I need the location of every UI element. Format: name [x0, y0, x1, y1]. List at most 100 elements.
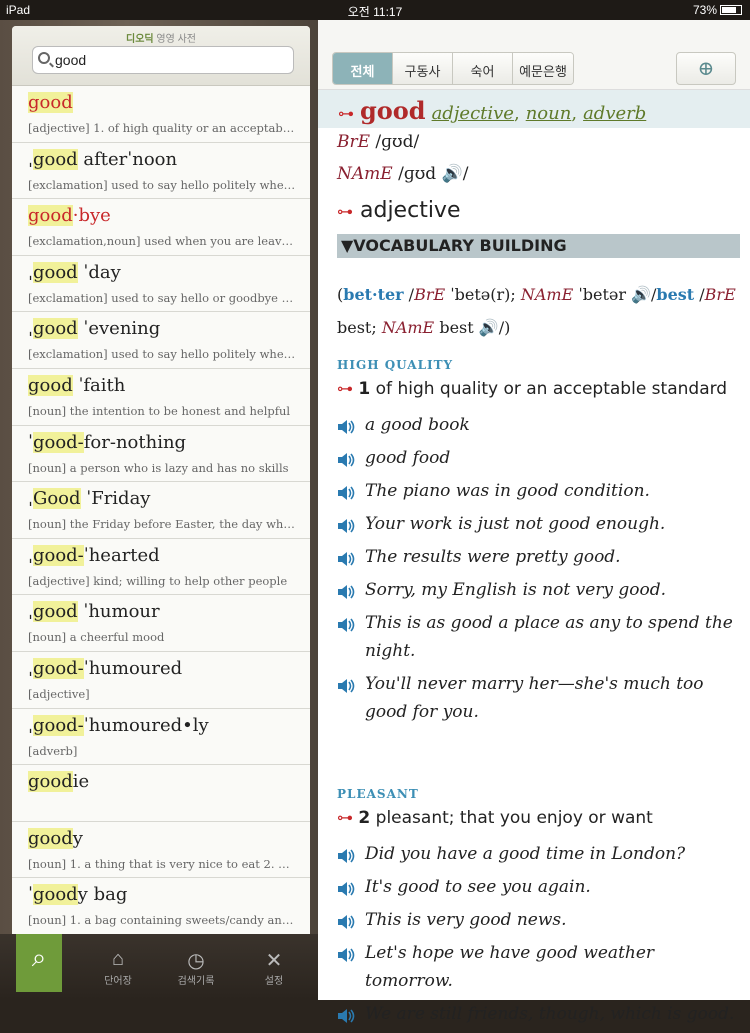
speaker-icon[interactable] — [337, 548, 355, 566]
list-item[interactable]: good·bye [exclamation,noun] used when you… — [12, 199, 310, 256]
headword-bar: ⊶ good adjective, noun, adverb — [318, 90, 750, 128]
definition-panel: 전체 구동사 숙어 예문은행 ⊕ ⊶ good adjective, noun, adv… — [318, 20, 750, 1024]
speaker-icon[interactable] — [337, 944, 355, 962]
speaker-icon[interactable] — [337, 845, 355, 863]
list-item[interactable]: goodie — [12, 765, 310, 822]
entry-word: ˌgood afterˈnoon — [28, 148, 310, 175]
tab-example-bank[interactable]: 예문은행 — [513, 53, 573, 84]
example-sentence: We are still friends, though, which is g… — [337, 998, 747, 1031]
speaker-icon[interactable]: 🔊 — [479, 318, 499, 337]
speaker-icon[interactable] — [337, 614, 355, 632]
entry-word-rest: ˈFriday — [80, 488, 151, 510]
sense-number: 1 — [358, 379, 371, 399]
entry-word: ˌgood-ˈhumoured — [28, 657, 310, 684]
list-item[interactable]: good ˈfaith [noun] the intention to be ho… — [12, 368, 310, 426]
entry-description: [noun] 1. a bag containing sweets/candy … — [28, 913, 296, 928]
speaker-icon[interactable]: 🔊 — [442, 164, 463, 184]
example-text: Did you have a good time in London? — [365, 844, 686, 864]
entry-description: [adjective] — [28, 686, 90, 701]
list-item[interactable]: ˌgood ˈevening [exclamation] used to say … — [12, 312, 310, 369]
entry-word-match: good — [28, 374, 73, 396]
pos-link-adverb[interactable]: adverb — [583, 103, 646, 124]
entry-description: [exclamation,noun] used when you are lea… — [28, 234, 296, 249]
list-item[interactable]: good [adjective] 1. of high quality or an… — [12, 86, 310, 143]
form-ipa: ˈbetə(r); — [445, 285, 521, 304]
list-item[interactable]: ˈgoody bag [noun] 1. a bag containing swe… — [12, 878, 310, 934]
entry-description: [exclamation] used to say hello or goodb… — [28, 290, 296, 305]
speaker-icon[interactable] — [337, 581, 355, 599]
speaker-icon[interactable] — [337, 878, 355, 896]
vocabulary-building-toggle[interactable]: ▼VOCABULARY BUILDING — [337, 234, 740, 258]
key-icon: ⊶ — [338, 104, 354, 123]
word-forms: (bet·ter /BrE ˈbetə(r); NAmE ˈbetər 🔊/be… — [337, 285, 736, 337]
example-text: This is as good a place as any to spend … — [365, 613, 733, 661]
speaker-icon[interactable] — [337, 482, 355, 500]
form-ipa: ˈbetər — [573, 285, 632, 304]
tab-settings-label: 설정 — [264, 976, 284, 987]
entry-word-rest: ˈday — [77, 261, 121, 283]
tools-icon: ✕ — [265, 950, 283, 972]
example-sentence: Sorry, my English is not very good. — [337, 574, 747, 607]
list-item[interactable]: ˌGood ˈFriday [noun] the Friday before Ea… — [12, 482, 310, 539]
speaker-icon[interactable] — [337, 449, 355, 467]
entry-description: [exclamation] used to say hello politely… — [28, 177, 296, 192]
tab-idioms[interactable]: 숙어 — [453, 53, 513, 84]
list-item[interactable]: ˈgood-for-nothing [noun] a person who is … — [12, 425, 310, 483]
status-bar: iPad 오전 11:17 73% — [0, 0, 750, 20]
form-better[interactable]: bet·ter — [343, 285, 403, 304]
tab-phrasal-verbs[interactable]: 구동사 — [393, 53, 453, 84]
entry-word: ˌgood ˈhumour — [28, 601, 310, 627]
headword: good — [360, 96, 426, 125]
example-text: Sorry, my English is not very good. — [365, 580, 667, 600]
example-text: The results were pretty good. — [365, 547, 621, 567]
pos-heading: ⊶ adjective — [337, 198, 750, 234]
list-item[interactable]: ˌgood ˈhumour [noun] a cheerful mood — [12, 595, 310, 652]
list-item[interactable]: ˌgood ˈday [exclamation] used to say hell… — [12, 255, 310, 313]
speaker-icon[interactable] — [337, 416, 355, 434]
add-to-wordbook-button[interactable]: ⊕ — [676, 52, 736, 85]
list-item[interactable]: ˌgood-ˈhumoured•ly [adverb] — [12, 708, 310, 766]
list-item[interactable]: ˌgood-ˈhearted [adjective] kind; willing … — [12, 538, 310, 596]
form-best[interactable]: best — [656, 285, 694, 304]
example-text: This is very good news. — [365, 910, 567, 930]
tab-settings[interactable]: ✕ 설정 — [244, 948, 304, 987]
name-label: NAmE — [337, 164, 393, 184]
search-input[interactable]: good — [32, 46, 294, 74]
list-item[interactable]: ˌgood afterˈnoon [exclamation] used to sa… — [12, 142, 310, 200]
entry-word-rest: y bag — [77, 884, 128, 906]
entry-word-match: good — [28, 205, 73, 227]
example-sentence: This is as good a place as any to spend … — [337, 607, 747, 668]
pos-link-noun[interactable]: noun — [526, 103, 572, 124]
sense-text: pleasant; that you enjoy or want — [375, 808, 653, 828]
section-label: PLEASANT — [337, 787, 419, 801]
example-sentence: The results were pretty good. — [337, 541, 747, 574]
speaker-icon[interactable]: 🔊 — [631, 285, 651, 304]
pron-bre: BrE /ɡʊd/ — [337, 128, 750, 160]
entry-word: ˈgood-for-nothing — [28, 431, 310, 458]
pos-link-adjective[interactable]: adjective — [432, 103, 514, 124]
speaker-icon[interactable] — [337, 1005, 355, 1023]
list-header: 디오딕 영영 사전 good — [12, 26, 310, 86]
list-item[interactable]: ˌgood-ˈhumoured [adjective] — [12, 651, 310, 709]
tab-all[interactable]: 전체 — [333, 53, 393, 84]
entry-word: good ˈfaith — [28, 374, 310, 401]
speaker-icon[interactable] — [337, 515, 355, 533]
form-ipa: best; — [337, 318, 382, 337]
speaker-icon[interactable] — [337, 911, 355, 929]
example-sentence: Let's hope we have good weather tomorrow… — [337, 937, 747, 998]
app-title: 디오딕 영영 사전 — [12, 30, 310, 45]
tab-search[interactable]: ⌕ — [16, 934, 62, 992]
tab-wordbook[interactable]: ⌂ 단어장 — [88, 948, 148, 987]
entry-word: ˌgood ˈday — [28, 261, 310, 288]
entry-content: BrE /ɡʊd/ NAmE /ɡʊd 🔊/ ⊶ adjective ▼VOCA… — [318, 128, 750, 1031]
tab-history[interactable]: ◷ 검색기록 — [166, 948, 226, 987]
speaker-icon[interactable] — [337, 675, 355, 693]
bre-label: BrE — [414, 285, 446, 304]
sense-text: of high quality or an acceptable standar… — [375, 379, 728, 399]
entry-word: ˌgood-ˈhearted — [28, 544, 310, 571]
list-item[interactable]: goody [noun] 1. a thing that is very nice… — [12, 821, 310, 879]
definition-toolbar: 전체 구동사 숙어 예문은행 ⊕ — [318, 20, 750, 90]
entry-word: goody — [28, 827, 310, 854]
battery-percent: 73% — [692, 3, 717, 17]
entry-word-match: Good — [32, 488, 81, 510]
